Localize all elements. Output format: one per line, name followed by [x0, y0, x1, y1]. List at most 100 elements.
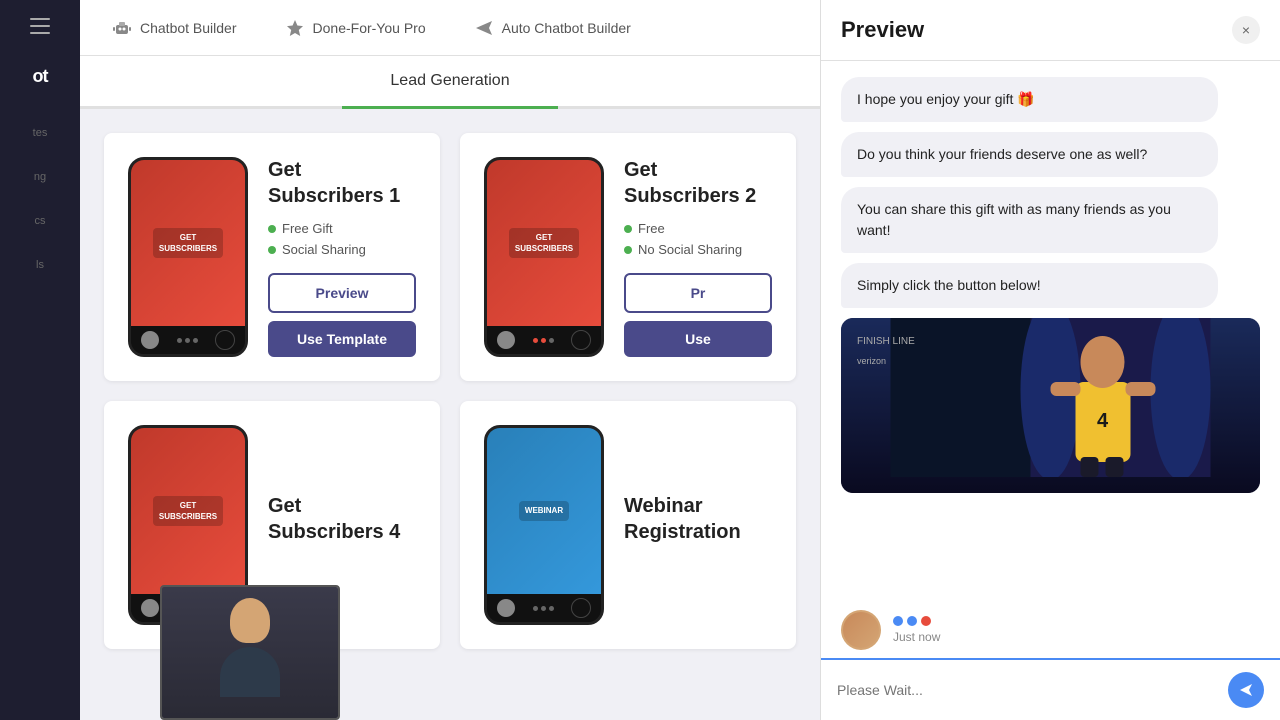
preview-input-field[interactable]: [837, 682, 1220, 698]
phone-bottom-4: [487, 594, 601, 622]
template-features-2: Free No Social Sharing: [624, 221, 772, 257]
typing-dots: [893, 616, 940, 626]
typing-indicator: Just now: [821, 602, 1280, 658]
phone-home-2: [571, 330, 591, 350]
preview-input-area: [821, 658, 1280, 720]
phone-bottom-2: [487, 326, 601, 354]
phone-home-4: [571, 598, 591, 618]
phone-screen-3: GETSUBSCRIBERS: [131, 428, 245, 594]
preview-close-button[interactable]: ×: [1232, 16, 1260, 44]
phone-dot: [541, 606, 546, 611]
nav-chatbot-builder[interactable]: Chatbot Builder: [104, 18, 245, 38]
phone-dot: [533, 338, 538, 343]
preview-send-button[interactable]: [1228, 672, 1264, 708]
webcam-body: [220, 647, 280, 697]
nav-done-for-you[interactable]: Done-For-You Pro: [277, 18, 434, 38]
feature-dot: [624, 225, 632, 233]
phone-mockup-2: GETSUBSCRIBERS: [484, 157, 604, 357]
phone-screen-inner-4: WEBINAR: [519, 501, 569, 520]
typing-dot-2: [907, 616, 917, 626]
use-template-button-2[interactable]: Use: [624, 321, 772, 357]
template-title-1: Get Subscribers 1: [268, 157, 416, 209]
preview-button-1[interactable]: Preview: [268, 273, 416, 313]
message-bubble-3: You can share this gift with as many fri…: [841, 187, 1218, 253]
video-thumbnail: FINISH LINE verizon 4: [841, 318, 1260, 493]
feature-item: Free Gift: [268, 221, 416, 236]
webcam-person: [205, 598, 295, 708]
phone-mockup-1: GETSUBSCRIBERS: [128, 157, 248, 357]
preview-button-2[interactable]: Pr: [624, 273, 772, 313]
phone-mockup-4: WEBINAR: [484, 425, 604, 625]
phone-screen-inner-1: GETSUBSCRIBERS: [153, 228, 223, 258]
typing-dot-1: [893, 616, 903, 626]
message-bubble-4: Simply click the button below!: [841, 263, 1218, 308]
template-info-3: Get Subscribers 4: [268, 493, 416, 557]
sidebar-item-section4[interactable]: ls: [0, 251, 80, 279]
feature-dot: [624, 246, 632, 254]
feature-dot: [268, 225, 276, 233]
typing-content: Just now: [893, 616, 940, 644]
video-preview[interactable]: FINISH LINE verizon 4: [841, 318, 1260, 493]
template-features-1: Free Gift Social Sharing: [268, 221, 416, 257]
sidebar-item-section3[interactable]: cs: [0, 207, 80, 235]
template-title-4: Webinar Registration: [624, 493, 772, 545]
svg-text:4: 4: [1097, 410, 1109, 432]
template-info-4: Webinar Registration: [624, 493, 772, 557]
phone-dot: [549, 606, 554, 611]
nav-auto-label: Auto Chatbot Builder: [502, 20, 631, 36]
phone-bottom-1: [131, 326, 245, 354]
sidebar-item-section2[interactable]: ng: [0, 163, 80, 191]
sidebar-item-templates[interactable]: tes: [0, 119, 80, 147]
preview-header: Preview ×: [821, 0, 1280, 61]
sidebar-items: tes ng cs ls: [0, 119, 80, 279]
template-title-2: Get Subscribers 2: [624, 157, 772, 209]
phone-avatar-1: [141, 331, 159, 349]
robot-icon: [112, 18, 132, 38]
menu-icon[interactable]: [30, 16, 50, 42]
tab-bar: Lead Generation: [80, 56, 820, 109]
feature-dot: [268, 246, 276, 254]
message-bubble-2: Do you think your friends deserve one as…: [841, 132, 1218, 177]
phone-dots-1: [177, 338, 198, 343]
feature-item: No Social Sharing: [624, 242, 772, 257]
phone-avatar-2: [497, 331, 515, 349]
avatar-face: [843, 612, 879, 648]
feature-item: Social Sharing: [268, 242, 416, 257]
phone-screen-2: GETSUBSCRIBERS: [487, 160, 601, 326]
template-info-2: Get Subscribers 2 Free No Social Sharing…: [624, 157, 772, 357]
sidebar-logo: ot: [33, 66, 48, 87]
nav-chatbot-label: Chatbot Builder: [140, 20, 237, 36]
preview-panel: Preview × I hope you enjoy your gift 🎁 D…: [820, 0, 1280, 720]
nav-auto-chatbot[interactable]: Auto Chatbot Builder: [466, 18, 639, 38]
phone-dots-4: [533, 606, 554, 611]
template-card-2: GETSUBSCRIBERS Get Subscriber: [460, 133, 796, 381]
phone-avatar-3: [141, 599, 159, 617]
phone-dot: [185, 338, 190, 343]
content-wrapper: Chatbot Builder Done-For-You Pro Auto Ch…: [80, 0, 820, 720]
top-nav: Chatbot Builder Done-For-You Pro Auto Ch…: [80, 0, 820, 56]
phone-screen-4: WEBINAR: [487, 428, 601, 594]
template-card-4: WEBINAR Webinar Registration: [460, 401, 796, 649]
typing-timestamp: Just now: [893, 630, 940, 644]
webcam-feed: [162, 587, 338, 718]
phone-dot: [177, 338, 182, 343]
phone-dots-2: [533, 338, 554, 343]
plane-icon: [474, 18, 494, 38]
phone-dot: [193, 338, 198, 343]
template-title-3: Get Subscribers 4: [268, 493, 416, 545]
phone-dot: [549, 338, 554, 343]
star-icon: [285, 18, 305, 38]
phone-home-1: [215, 330, 235, 350]
phone-dot: [533, 606, 538, 611]
webcam-head: [230, 598, 270, 643]
video-text-overlay: FINISH LINE verizon: [857, 334, 915, 368]
webcam-overlay: [160, 585, 340, 720]
nav-done-label: Done-For-You Pro: [313, 20, 426, 36]
use-template-button-1[interactable]: Use Template: [268, 321, 416, 357]
tab-lead-generation[interactable]: Lead Generation: [342, 56, 557, 106]
template-card-1: GETSUBSCRIBERS Get Subscriber: [104, 133, 440, 381]
phone-screen-inner-3: GETSUBSCRIBERS: [153, 496, 223, 526]
video-brand: FINISH LINE: [857, 334, 915, 350]
template-info-1: Get Subscribers 1 Free Gift Social Shari…: [268, 157, 416, 357]
send-icon: [1238, 682, 1254, 698]
